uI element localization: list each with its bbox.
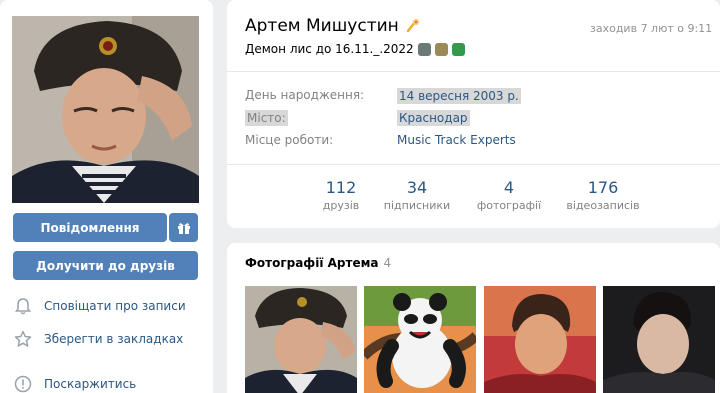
counter-number: 112 bbox=[325, 178, 357, 197]
message-button-label: Повідомлення bbox=[40, 220, 140, 235]
report-action[interactable]: Поскаржитись bbox=[14, 373, 136, 393]
counter-caption: друзів bbox=[322, 199, 360, 212]
emoji-icon bbox=[417, 42, 431, 56]
counter-friends[interactable]: 112 друзів bbox=[311, 178, 371, 212]
info-label: Місто: bbox=[245, 110, 288, 126]
photos-title-text: Фотографії Артема bbox=[245, 256, 379, 270]
info-value-link[interactable]: 14 вересня 2003 р. bbox=[397, 88, 521, 104]
info-label: Місце роботи: bbox=[245, 133, 334, 147]
counter-videos[interactable]: 176 відеозаписів bbox=[560, 178, 646, 212]
photo-thumbnail[interactable] bbox=[364, 286, 476, 393]
profile-avatar[interactable] bbox=[12, 16, 199, 203]
emoji-icon bbox=[451, 42, 465, 56]
bookmark-label: Зберегти в закладках bbox=[44, 332, 184, 346]
divider bbox=[227, 164, 720, 165]
bell-icon bbox=[15, 298, 31, 315]
counter-caption: фотографії bbox=[476, 199, 542, 212]
add-friend-button[interactable]: Долучити до друзів bbox=[13, 251, 198, 280]
photo-thumbnail[interactable] bbox=[245, 286, 357, 393]
notify-posts-label: Сповіщати про записи bbox=[44, 299, 186, 313]
photos-count: 4 bbox=[383, 256, 392, 270]
photo-thumbnail[interactable] bbox=[484, 286, 596, 393]
counter-caption: підписники bbox=[383, 199, 451, 212]
profile-name: Артем Мишустин bbox=[245, 16, 421, 36]
star-icon bbox=[14, 330, 32, 347]
profile-status: Демон лис до 16.11._.2022 bbox=[245, 42, 465, 56]
divider bbox=[227, 71, 720, 72]
info-label: День народження: bbox=[245, 88, 365, 102]
add-friend-button-label: Долучити до друзів bbox=[36, 258, 175, 273]
counter-number: 176 bbox=[587, 178, 619, 197]
info-value-link[interactable]: Краснодар bbox=[397, 110, 470, 126]
gift-icon bbox=[177, 222, 190, 234]
counter-number: 4 bbox=[503, 178, 515, 197]
info-value-link[interactable]: Music Track Experts bbox=[397, 133, 516, 147]
gift-button[interactable] bbox=[169, 213, 198, 242]
last-seen: заходив 7 лют о 9:11 bbox=[590, 22, 713, 35]
counter-followers[interactable]: 34 підписники bbox=[380, 178, 454, 212]
profile-status-text: Демон лис до 16.11._.2022 bbox=[245, 42, 414, 56]
emoji-icon bbox=[434, 42, 448, 56]
warning-icon bbox=[14, 375, 32, 393]
report-label: Поскаржитись bbox=[44, 377, 137, 391]
counter-caption: відеозаписів bbox=[566, 199, 640, 212]
notify-posts-action[interactable]: Сповіщати про записи bbox=[14, 295, 186, 317]
profile-name-text: Артем Мишустин bbox=[245, 16, 399, 36]
photo-thumbnail[interactable] bbox=[603, 286, 715, 393]
bookmark-action[interactable]: Зберегти в закладках bbox=[14, 328, 183, 350]
counter-number: 34 bbox=[406, 178, 428, 197]
badge-icon bbox=[406, 19, 419, 33]
photos-title[interactable]: Фотографії Артема 4 bbox=[245, 256, 391, 270]
message-button[interactable]: Повідомлення bbox=[13, 213, 167, 242]
counter-photos[interactable]: 4 фотографії bbox=[472, 178, 546, 212]
